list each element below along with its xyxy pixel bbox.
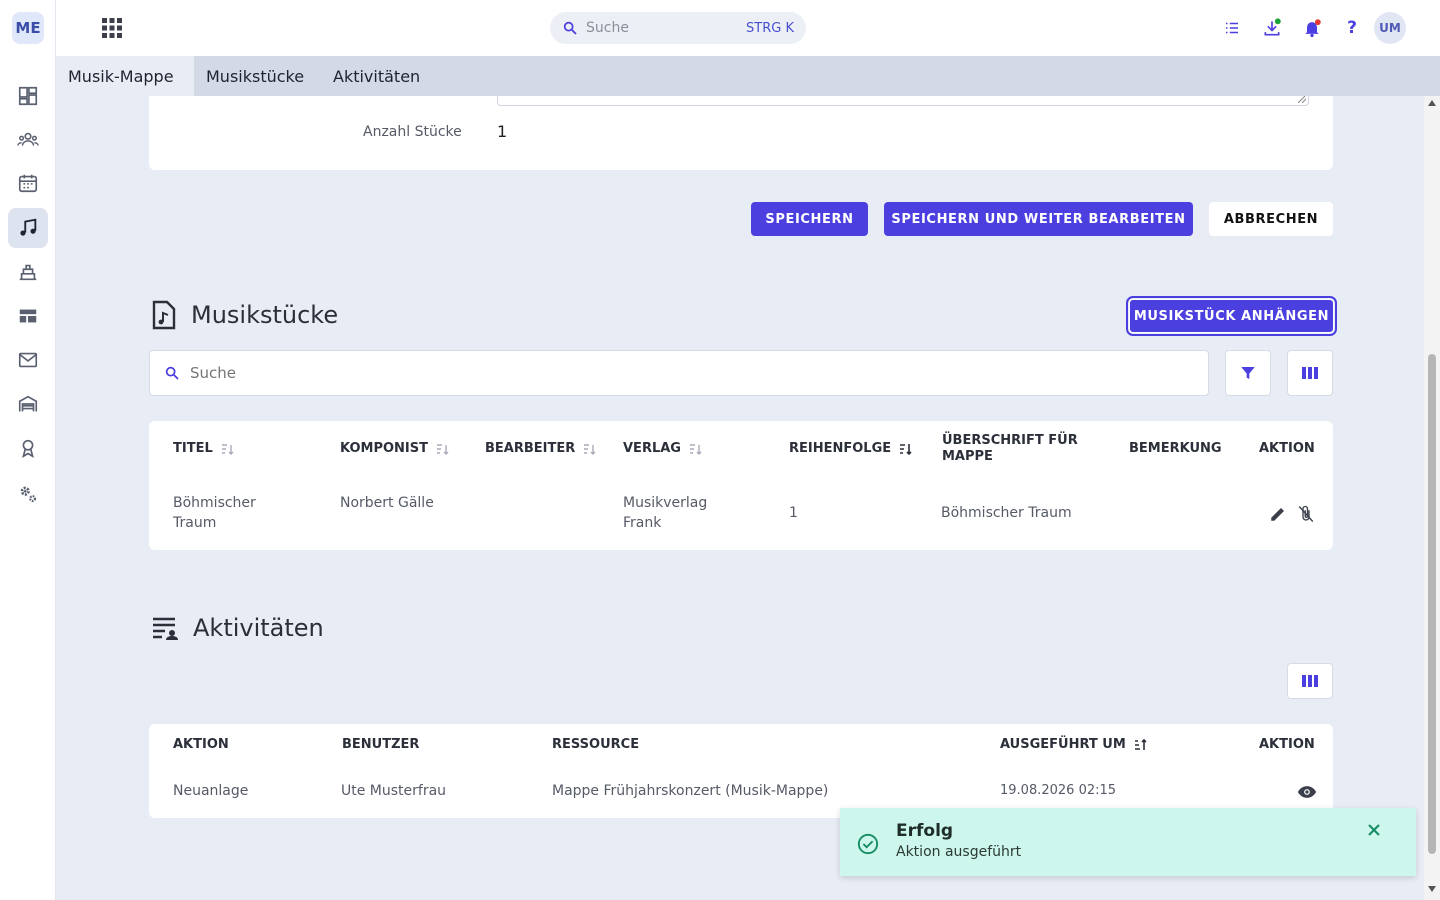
cell-titel: Böhmischer Traum bbox=[173, 495, 256, 531]
sort-icon[interactable] bbox=[583, 443, 597, 455]
tab-musik-mappe[interactable]: Musik-Mappe bbox=[56, 56, 194, 96]
warehouse-icon[interactable] bbox=[8, 384, 48, 424]
filter-button[interactable] bbox=[1225, 350, 1271, 396]
search-icon bbox=[563, 21, 577, 35]
award-icon[interactable] bbox=[8, 428, 48, 468]
column-header-aktion: AKTION bbox=[1259, 441, 1315, 456]
pieces-section-header: Musikstücke bbox=[151, 300, 338, 330]
column-header-bemerkung: BEMERKUNG bbox=[1129, 441, 1222, 456]
column-header-bearbeiter[interactable]: BEARBEITER bbox=[485, 441, 597, 456]
table-icon[interactable] bbox=[8, 296, 48, 336]
cell-ressource: Mappe Frühjahrskonzert (Musik-Mappe) bbox=[552, 783, 829, 799]
settings-icon[interactable] bbox=[8, 474, 48, 514]
mail-icon[interactable] bbox=[8, 340, 48, 380]
cancel-button[interactable]: ABBRECHEN bbox=[1209, 202, 1333, 236]
column-header-titel[interactable]: TITEL bbox=[173, 441, 235, 456]
dashboard-icon[interactable] bbox=[8, 76, 48, 116]
column-header-aktion-2: AKTION bbox=[1259, 737, 1315, 752]
save-continue-button[interactable]: SPEICHERN UND WEITER BEARBEITEN bbox=[884, 202, 1193, 236]
cell-verlag: Musikverlag Frank bbox=[623, 495, 708, 531]
search-shortcut: STRG K bbox=[746, 20, 794, 36]
filter-icon bbox=[1241, 367, 1255, 379]
activities-table: AKTION BENUTZER RESSOURCE AUSGEFÜHRT UM … bbox=[149, 724, 1333, 818]
activities-columns-button[interactable] bbox=[1287, 663, 1333, 699]
activity-list-icon bbox=[153, 617, 178, 640]
cell-benutzer: Ute Musterfrau bbox=[341, 783, 447, 799]
music-file-icon bbox=[152, 300, 176, 330]
bell-icon[interactable] bbox=[1300, 16, 1324, 40]
section-tabs: Musik-Mappe Musikstücke Aktivitäten bbox=[56, 56, 1440, 96]
count-label: Anzahl Stücke bbox=[363, 124, 462, 140]
main-content: Anzahl Stücke 1 SPEICHERN SPEICHERN UND … bbox=[56, 96, 1424, 900]
scroll-up-icon[interactable] bbox=[1428, 100, 1436, 106]
cell-zeit: 19.08.2026 02:15 bbox=[1000, 783, 1117, 798]
music-note-icon[interactable] bbox=[8, 208, 48, 248]
global-search[interactable]: STRG K bbox=[550, 12, 806, 44]
detach-icon[interactable] bbox=[1297, 504, 1315, 524]
column-header-verlag[interactable]: VERLAG bbox=[623, 441, 703, 456]
help-icon[interactable]: ? bbox=[1340, 16, 1364, 40]
tab-musikstuecke[interactable]: Musikstücke bbox=[194, 56, 316, 96]
user-avatar[interactable]: UM bbox=[1374, 12, 1406, 44]
column-header-ressource: RESSOURCE bbox=[552, 737, 640, 752]
save-button[interactable]: SPEICHERN bbox=[751, 202, 868, 236]
check-circle-icon bbox=[857, 833, 879, 855]
column-header-ueberschrift[interactable]: ÜBERSCHRIFT FÜR MAPPE bbox=[942, 433, 1092, 465]
sort-desc-icon[interactable] bbox=[899, 443, 913, 455]
column-header-benutzer: BENUTZER bbox=[342, 737, 420, 752]
attach-piece-button[interactable]: MUSIKSTÜCK ANHÄNGEN bbox=[1126, 296, 1337, 336]
top-bar: STRG K ? UM bbox=[56, 0, 1440, 56]
cell-ueberschrift: Böhmischer Traum bbox=[941, 505, 1072, 521]
sort-icon[interactable] bbox=[689, 443, 703, 455]
column-header-aktion: AKTION bbox=[173, 737, 229, 752]
column-header-reihenfolge[interactable]: REIHENFOLGE bbox=[789, 441, 913, 456]
inventory-icon[interactable] bbox=[8, 252, 48, 292]
list-icon[interactable] bbox=[1220, 16, 1244, 40]
apps-grid-icon[interactable] bbox=[100, 16, 124, 40]
pieces-search-input[interactable] bbox=[190, 364, 1090, 382]
column-header-ausgefuehrt[interactable]: AUSGEFÜHRT UM bbox=[1000, 737, 1148, 752]
column-header-komponist[interactable]: KOMPONIST bbox=[340, 441, 450, 456]
pieces-search[interactable] bbox=[149, 350, 1209, 396]
form-card: Anzahl Stücke 1 bbox=[149, 96, 1333, 170]
sort-icon[interactable] bbox=[436, 443, 450, 455]
tab-aktivitaeten[interactable]: Aktivitäten bbox=[321, 56, 432, 96]
sort-asc-icon[interactable] bbox=[1134, 738, 1148, 751]
app-logo[interactable]: ME bbox=[12, 12, 44, 44]
cell-komponist: Norbert Gälle bbox=[340, 495, 434, 511]
scrollbar-thumb[interactable] bbox=[1428, 354, 1436, 854]
count-value: 1 bbox=[497, 122, 508, 141]
toast-message: Aktion ausgeführt bbox=[896, 844, 1022, 860]
edit-icon[interactable] bbox=[1269, 505, 1287, 523]
cell-aktion: Neuanlage bbox=[173, 783, 249, 799]
resize-handle-icon[interactable] bbox=[1298, 96, 1306, 103]
notes-textarea[interactable] bbox=[497, 96, 1309, 106]
download-icon[interactable] bbox=[1260, 16, 1284, 40]
calendar-icon[interactable] bbox=[8, 163, 48, 203]
success-toast: Erfolg Aktion ausgeführt bbox=[840, 808, 1416, 876]
columns-icon bbox=[1302, 367, 1318, 379]
toast-title: Erfolg bbox=[896, 821, 954, 841]
cell-reihenfolge: 1 bbox=[789, 505, 798, 521]
view-icon[interactable] bbox=[1297, 784, 1317, 800]
pieces-title: Musikstücke bbox=[191, 301, 339, 329]
scrollbar[interactable] bbox=[1424, 96, 1440, 900]
people-icon[interactable] bbox=[8, 120, 48, 160]
global-search-input[interactable] bbox=[586, 20, 736, 36]
activities-title: Aktivitäten bbox=[193, 614, 324, 642]
columns-icon bbox=[1302, 675, 1318, 687]
columns-button[interactable] bbox=[1287, 350, 1333, 396]
scroll-down-icon[interactable] bbox=[1428, 886, 1436, 892]
activities-section-header: Aktivitäten bbox=[151, 614, 324, 642]
search-icon bbox=[165, 366, 179, 380]
close-icon[interactable] bbox=[1367, 823, 1381, 837]
sidebar: ME bbox=[0, 0, 56, 900]
sort-icon[interactable] bbox=[221, 443, 235, 455]
pieces-table: TITEL KOMPONIST BEARBEITER VERLAG REIHEN… bbox=[149, 421, 1333, 550]
